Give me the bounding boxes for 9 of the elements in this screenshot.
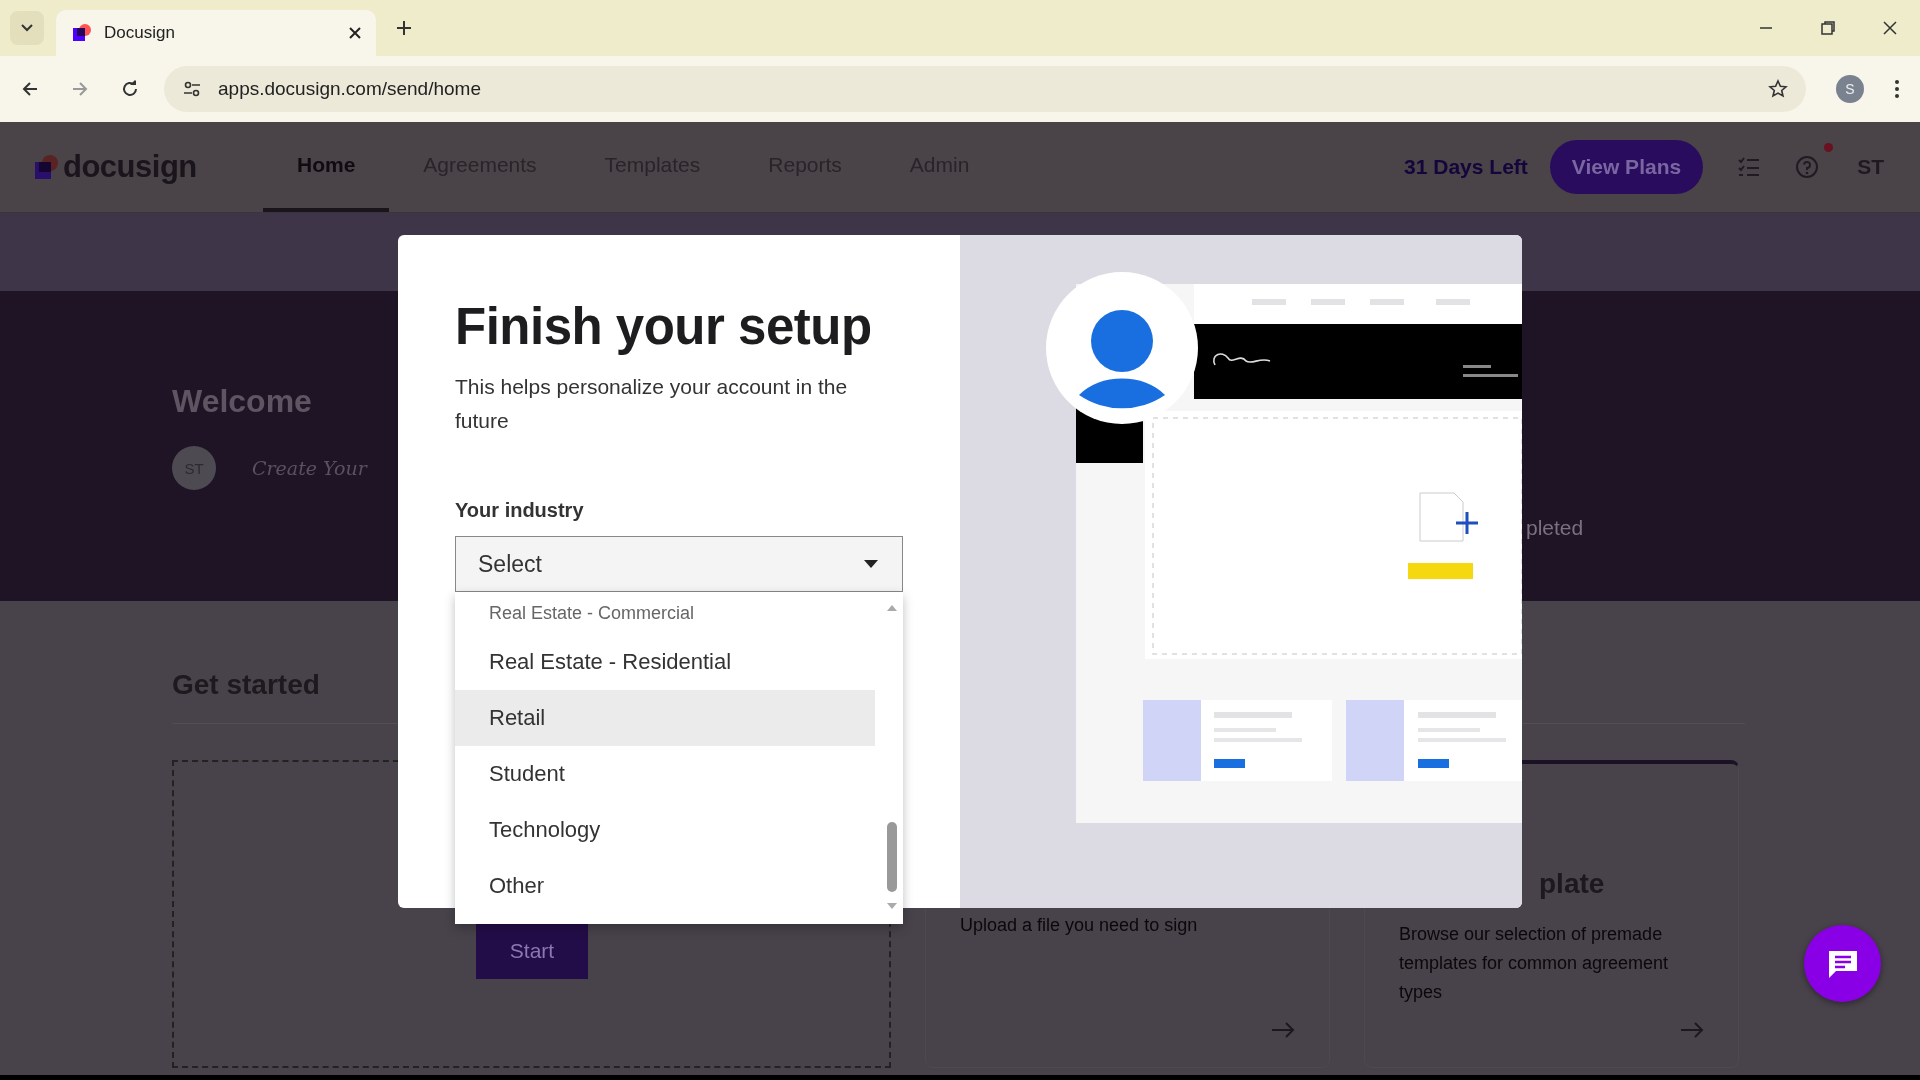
welcome-heading: Welcome <box>172 383 312 420</box>
dialog-title: Finish your setup <box>455 297 873 356</box>
signature-text: Create Your <box>252 457 367 479</box>
dialog-subtitle: This helps personalize your account in the future <box>455 374 849 434</box>
card-description: Upload a file you need to sign <box>960 914 1199 937</box>
trial-days-left: 31 Days Left <box>1404 155 1528 179</box>
field-label: Your industry <box>455 499 585 523</box>
card-description: Browse our selection of premade templates for common agreement types <box>1399 923 1670 1004</box>
status-text: pleted <box>1526 516 1584 541</box>
